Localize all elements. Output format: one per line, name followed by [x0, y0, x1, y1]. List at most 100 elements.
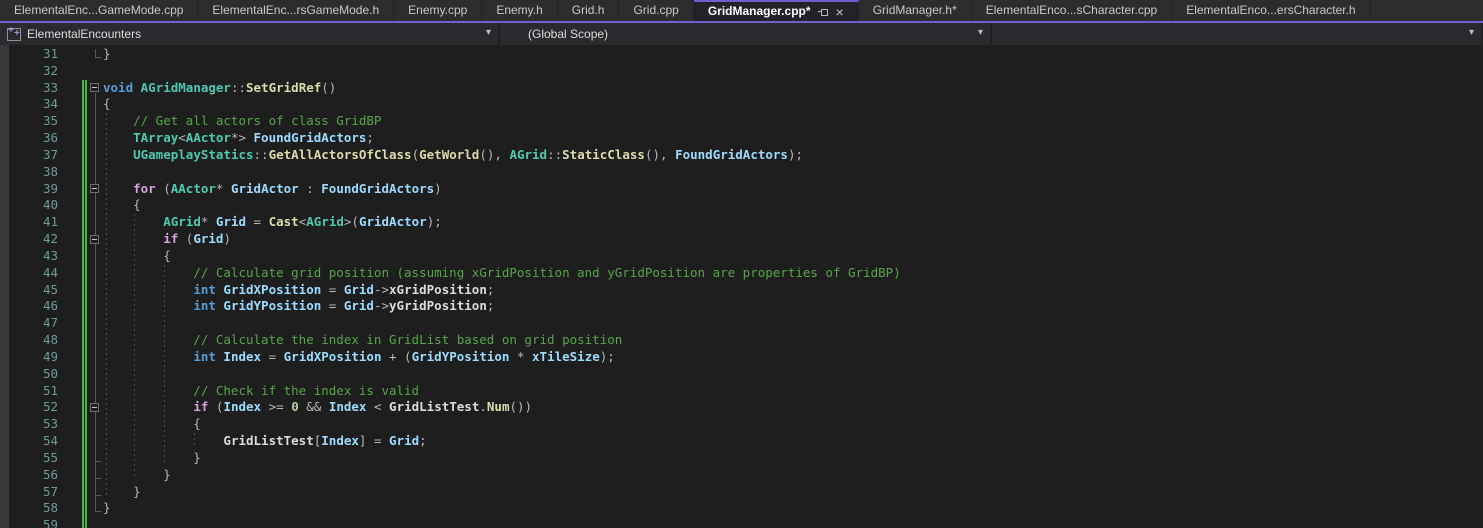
line-number[interactable]: 44 — [0, 265, 58, 282]
code-line-35[interactable]: 35 // Get all actors of class GridBP — [0, 113, 1483, 130]
line-number[interactable]: 42 — [0, 231, 58, 248]
line-number[interactable]: 59 — [0, 517, 58, 528]
line-number[interactable]: 53 — [0, 416, 58, 433]
line-number[interactable]: 48 — [0, 332, 58, 349]
tab-label: Enemy.cpp — [408, 0, 467, 21]
line-number[interactable]: 58 — [0, 500, 58, 517]
chevron-down-icon[interactable]: ▾ — [1469, 27, 1474, 38]
code-line-44[interactable]: 44 // Calculate grid position (assuming … — [0, 265, 1483, 282]
code-line-56[interactable]: 56 } — [0, 467, 1483, 484]
project-name: ElementalEncounters — [27, 27, 141, 41]
line-number[interactable]: 51 — [0, 383, 58, 400]
line-number[interactable]: 55 — [0, 450, 58, 467]
tab-enemy-cpp[interactable]: Enemy.cpp — [394, 0, 482, 21]
code-text: int GridYPosition = Grid->yGridPosition; — [103, 298, 494, 315]
tab-label: Enemy.h — [496, 0, 542, 21]
line-number[interactable]: 46 — [0, 298, 58, 315]
tab-enemy-h[interactable]: Enemy.h — [482, 0, 557, 21]
code-line-57[interactable]: 57 } — [0, 484, 1483, 501]
code-text: for (AActor* GridActor : FoundGridActors… — [103, 181, 442, 198]
code-text: UGameplayStatics::GetAllActorsOfClass(Ge… — [103, 147, 803, 164]
code-text: GridListTest[Index] = Grid; — [103, 433, 427, 450]
project-selector[interactable]: ElementalEncounters ▾ — [0, 23, 500, 45]
code-editor[interactable]: 31}3233void AGridManager::SetGridRef()34… — [0, 45, 1483, 528]
code-text: } — [103, 467, 171, 484]
code-text: // Get all actors of class GridBP — [103, 113, 381, 130]
outline-guide-line — [95, 93, 96, 513]
code-line-39[interactable]: 39 for (AActor* GridActor : FoundGridAct… — [0, 181, 1483, 198]
line-number[interactable]: 54 — [0, 433, 58, 450]
tab-elementalenc-rsgamemode-h[interactable]: ElementalEnc...rsGameMode.h — [198, 0, 394, 21]
tab-elementalenco-erscharacter-h[interactable]: ElementalEnco...ersCharacter.h — [1172, 0, 1370, 21]
tab-label: Grid.h — [572, 0, 605, 21]
line-number[interactable]: 32 — [0, 63, 58, 80]
code-line-59[interactable]: 59 — [0, 517, 1483, 528]
fold-collapse-button[interactable] — [90, 235, 99, 244]
code-line-55[interactable]: 55 } — [0, 450, 1483, 467]
close-icon[interactable]: × — [836, 7, 844, 17]
line-number[interactable]: 43 — [0, 248, 58, 265]
code-line-32[interactable]: 32 — [0, 63, 1483, 80]
code-line-41[interactable]: 41 AGrid* Grid = Cast<AGrid>(GridActor); — [0, 214, 1483, 231]
pin-icon[interactable] — [818, 7, 829, 17]
line-number[interactable]: 40 — [0, 197, 58, 214]
code-text: } — [103, 484, 141, 501]
tab-grid-cpp[interactable]: Grid.cpp — [619, 0, 693, 21]
tab-grid-h[interactable]: Grid.h — [558, 0, 620, 21]
line-number[interactable]: 33 — [0, 80, 58, 97]
code-line-53[interactable]: 53 { — [0, 416, 1483, 433]
fold-collapse-button[interactable] — [90, 403, 99, 412]
tab-gridmanager-cpp[interactable]: GridManager.cpp*× — [694, 0, 859, 21]
code-rows: 31}3233void AGridManager::SetGridRef()34… — [0, 46, 1483, 528]
code-line-38[interactable]: 38 — [0, 164, 1483, 181]
code-line-40[interactable]: 40 { — [0, 197, 1483, 214]
code-text: } — [103, 450, 201, 467]
line-number[interactable]: 41 — [0, 214, 58, 231]
chevron-down-icon[interactable]: ▾ — [978, 27, 983, 38]
fold-collapse-button[interactable] — [90, 184, 99, 193]
code-line-51[interactable]: 51 // Check if the index is valid — [0, 383, 1483, 400]
code-line-34[interactable]: 34{ — [0, 96, 1483, 113]
fold-end-marker — [95, 503, 101, 512]
code-line-49[interactable]: 49 int Index = GridXPosition + (GridYPos… — [0, 349, 1483, 366]
code-line-43[interactable]: 43 { — [0, 248, 1483, 265]
line-number[interactable]: 31 — [0, 46, 58, 63]
chevron-down-icon[interactable]: ▾ — [486, 27, 491, 38]
tab-bar: ElementalEnc...GameMode.cpp ElementalEnc.… — [0, 0, 1483, 21]
line-number[interactable]: 57 — [0, 484, 58, 501]
line-number[interactable]: 35 — [0, 113, 58, 130]
code-line-58[interactable]: 58} — [0, 500, 1483, 517]
line-number[interactable]: 37 — [0, 147, 58, 164]
tab-gridmanager-h[interactable]: GridManager.h* — [859, 0, 972, 21]
tab-label: ElementalEnc...GameMode.cpp — [14, 0, 183, 21]
code-line-48[interactable]: 48 // Calculate the index in GridList ba… — [0, 332, 1483, 349]
member-selector[interactable]: ▾ — [992, 23, 1483, 45]
line-number[interactable]: 56 — [0, 467, 58, 484]
code-line-31[interactable]: 31} — [0, 46, 1483, 63]
line-number[interactable]: 34 — [0, 96, 58, 113]
code-line-37[interactable]: 37 UGameplayStatics::GetAllActorsOfClass… — [0, 147, 1483, 164]
code-line-33[interactable]: 33void AGridManager::SetGridRef() — [0, 80, 1483, 97]
code-line-47[interactable]: 47 — [0, 315, 1483, 332]
code-text: int Index = GridXPosition + (GridYPositi… — [103, 349, 615, 366]
code-line-52[interactable]: 52 if (Index >= 0 && Index < GridListTes… — [0, 399, 1483, 416]
line-number[interactable]: 39 — [0, 181, 58, 198]
code-line-36[interactable]: 36 TArray<AActor*> FoundGridActors; — [0, 130, 1483, 147]
code-line-50[interactable]: 50 — [0, 366, 1483, 383]
line-number[interactable]: 52 — [0, 399, 58, 416]
code-line-54[interactable]: 54 GridListTest[Index] = Grid; — [0, 433, 1483, 450]
code-line-45[interactable]: 45 int GridXPosition = Grid->xGridPositi… — [0, 282, 1483, 299]
scope-selector[interactable]: (Global Scope) ▾ — [500, 23, 992, 45]
line-number[interactable]: 50 — [0, 366, 58, 383]
code-line-46[interactable]: 46 int GridYPosition = Grid->yGridPositi… — [0, 298, 1483, 315]
fold-collapse-button[interactable] — [90, 83, 99, 92]
scope-name: (Global Scope) — [528, 27, 608, 41]
code-line-42[interactable]: 42 if (Grid) — [0, 231, 1483, 248]
line-number[interactable]: 47 — [0, 315, 58, 332]
line-number[interactable]: 36 — [0, 130, 58, 147]
tab-elementalenco-scharacter-cpp[interactable]: ElementalEnco...sCharacter.cpp — [972, 0, 1172, 21]
line-number[interactable]: 49 — [0, 349, 58, 366]
line-number[interactable]: 45 — [0, 282, 58, 299]
line-number[interactable]: 38 — [0, 164, 58, 181]
tab-elementalenc-gamemode-cpp[interactable]: ElementalEnc...GameMode.cpp — [0, 0, 198, 21]
